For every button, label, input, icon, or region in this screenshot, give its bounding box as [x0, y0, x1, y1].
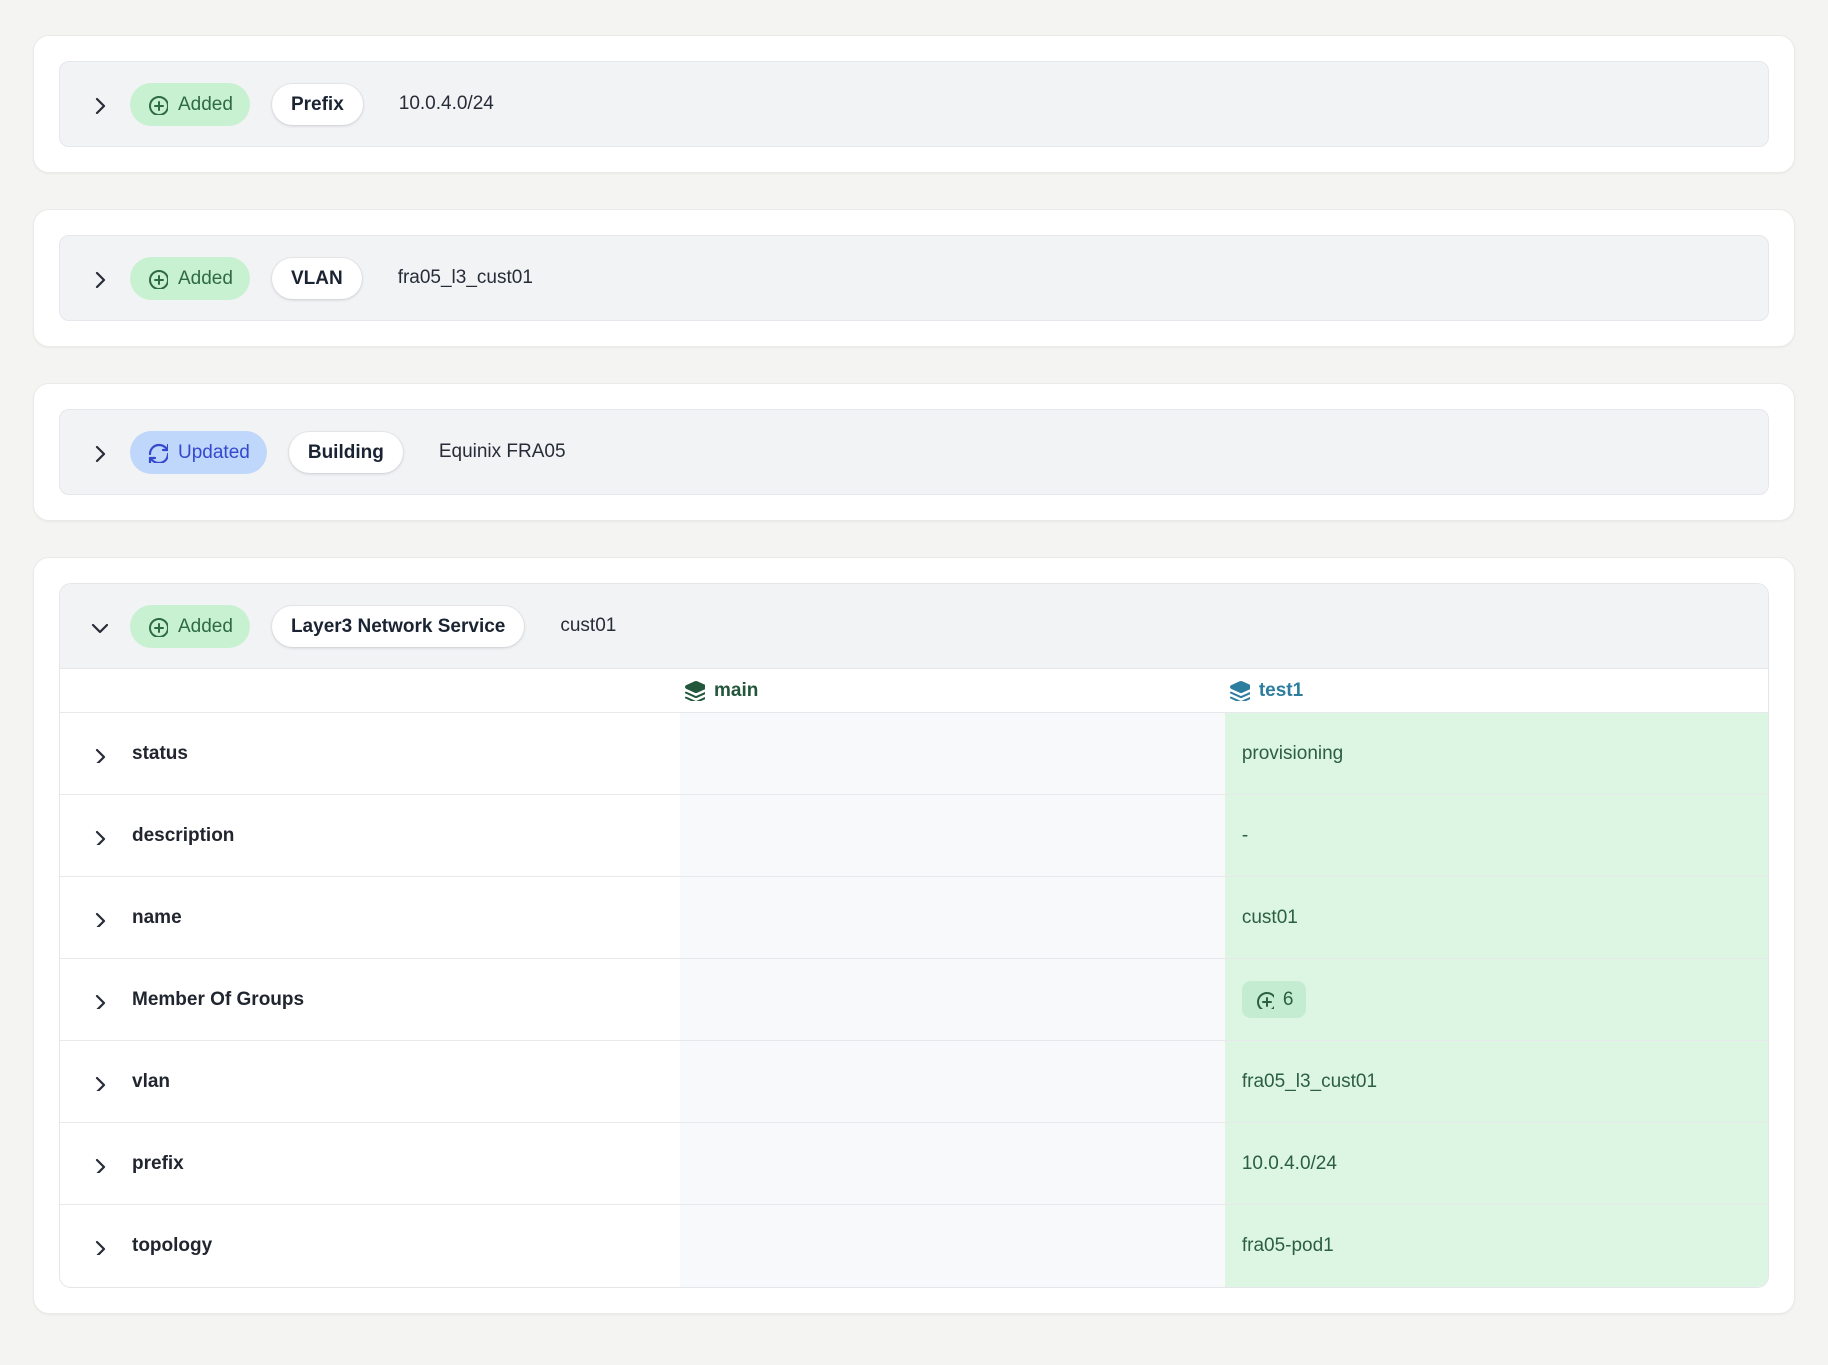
cell-branch: fra05-pod1: [1225, 1205, 1768, 1287]
cell-value: 10.0.4.0/24: [1242, 1153, 1337, 1175]
table-row-status: status provisioning: [60, 713, 1768, 795]
row-label: description: [132, 825, 234, 847]
cell-main: [680, 877, 1225, 959]
diff-card-prefix: Added Prefix 10.0.4.0/24: [33, 35, 1795, 173]
row-label: Member Of Groups: [132, 989, 304, 1011]
cell-branch: cust01: [1225, 877, 1768, 959]
status-badge-label: Added: [178, 269, 233, 288]
table-row-description: description -: [60, 795, 1768, 877]
circle-plus-icon: [147, 616, 168, 637]
chevron-right-icon: [88, 268, 108, 288]
cell-branch: 10.0.4.0/24: [1225, 1123, 1768, 1205]
circle-plus-icon: [147, 94, 168, 115]
chevron-right-icon: [88, 442, 108, 462]
object-type-badge: Layer3 Network Service: [272, 606, 524, 647]
row-label: topology: [132, 1235, 212, 1257]
chevron-right-icon: [88, 1073, 106, 1091]
cell-value: cust01: [1242, 907, 1298, 929]
chevron-right-icon: [88, 909, 106, 927]
diff-table: Added Layer3 Network Service cust01 main…: [59, 583, 1769, 1288]
cell-main: [680, 1123, 1225, 1205]
branch-name: main: [714, 680, 758, 702]
table-row-prefix: prefix 10.0.4.0/24: [60, 1123, 1768, 1205]
cell-main: [680, 1205, 1225, 1287]
cell-branch: 6: [1225, 959, 1768, 1041]
refresh-icon: [147, 442, 168, 463]
diff-card-building: Updated Building Equinix FRA05: [33, 383, 1795, 521]
chevron-right-icon: [88, 827, 106, 845]
table-row-vlan: vlan fra05_l3_cust01: [60, 1041, 1768, 1123]
row-label: status: [132, 743, 188, 765]
circle-plus-icon: [1255, 990, 1274, 1009]
object-type-badge: Building: [289, 432, 403, 473]
diff-card-header[interactable]: Added VLAN fra05_l3_cust01: [59, 235, 1769, 321]
layers-icon: [1229, 680, 1250, 701]
row-expander[interactable]: name: [60, 877, 680, 959]
chevron-right-icon: [88, 1155, 106, 1173]
cell-value: provisioning: [1242, 743, 1343, 765]
cell-main: [680, 959, 1225, 1041]
cell-main: [680, 1041, 1225, 1123]
cell-value: -: [1242, 825, 1248, 847]
status-badge-label: Added: [178, 617, 233, 636]
chevron-right-icon: [88, 94, 108, 114]
status-badge: Added: [130, 605, 250, 648]
object-type-badge: VLAN: [272, 258, 362, 299]
row-label: vlan: [132, 1071, 170, 1093]
chevron-right-icon: [88, 991, 106, 1009]
diff-card-header[interactable]: Added Prefix 10.0.4.0/24: [59, 61, 1769, 147]
circle-plus-icon: [147, 268, 168, 289]
row-expander[interactable]: Member Of Groups: [60, 959, 680, 1041]
row-expander[interactable]: topology: [60, 1205, 680, 1287]
row-label: name: [132, 907, 182, 929]
cell-value: fra05_l3_cust01: [1242, 1071, 1377, 1093]
status-badge: Updated: [130, 431, 267, 474]
cell-value: fra05-pod1: [1242, 1235, 1334, 1257]
table-row-name: name cust01: [60, 877, 1768, 959]
row-expander[interactable]: prefix: [60, 1123, 680, 1205]
object-name: 10.0.4.0/24: [399, 93, 494, 115]
status-badge: Added: [130, 257, 250, 300]
cell-branch: provisioning: [1225, 713, 1768, 795]
chevron-down-icon: [88, 616, 108, 636]
chevron-right-icon: [88, 745, 106, 763]
branch-name: test1: [1259, 680, 1303, 702]
status-badge-label: Updated: [178, 443, 250, 462]
diff-card-header[interactable]: Updated Building Equinix FRA05: [59, 409, 1769, 495]
row-expander[interactable]: description: [60, 795, 680, 877]
diff-card-layer3-network-service: Added Layer3 Network Service cust01 main…: [33, 557, 1795, 1314]
layers-icon: [684, 680, 705, 701]
object-type-badge: Prefix: [272, 84, 363, 125]
row-label: prefix: [132, 1153, 184, 1175]
branch-column-test1: test1: [1225, 669, 1768, 712]
row-expander[interactable]: status: [60, 713, 680, 795]
table-row-topology: topology fra05-pod1: [60, 1205, 1768, 1287]
diff-card-header[interactable]: Added Layer3 Network Service cust01: [60, 584, 1768, 669]
count-badge: 6: [1242, 981, 1307, 1018]
branch-column-main: main: [680, 669, 1225, 712]
cell-branch: -: [1225, 795, 1768, 877]
object-name: fra05_l3_cust01: [398, 267, 533, 289]
chevron-right-icon: [88, 1237, 106, 1255]
table-row-member-of-groups: Member Of Groups 6: [60, 959, 1768, 1041]
cell-main: [680, 795, 1225, 877]
count-badge-value: 6: [1283, 990, 1294, 1009]
status-badge-label: Added: [178, 95, 233, 114]
object-name: Equinix FRA05: [439, 441, 566, 463]
diff-card-vlan: Added VLAN fra05_l3_cust01: [33, 209, 1795, 347]
status-badge: Added: [130, 83, 250, 126]
cell-branch: fra05_l3_cust01: [1225, 1041, 1768, 1123]
cell-main: [680, 713, 1225, 795]
branch-columns-header: main test1: [60, 669, 1768, 713]
row-expander[interactable]: vlan: [60, 1041, 680, 1123]
object-name: cust01: [560, 615, 616, 637]
